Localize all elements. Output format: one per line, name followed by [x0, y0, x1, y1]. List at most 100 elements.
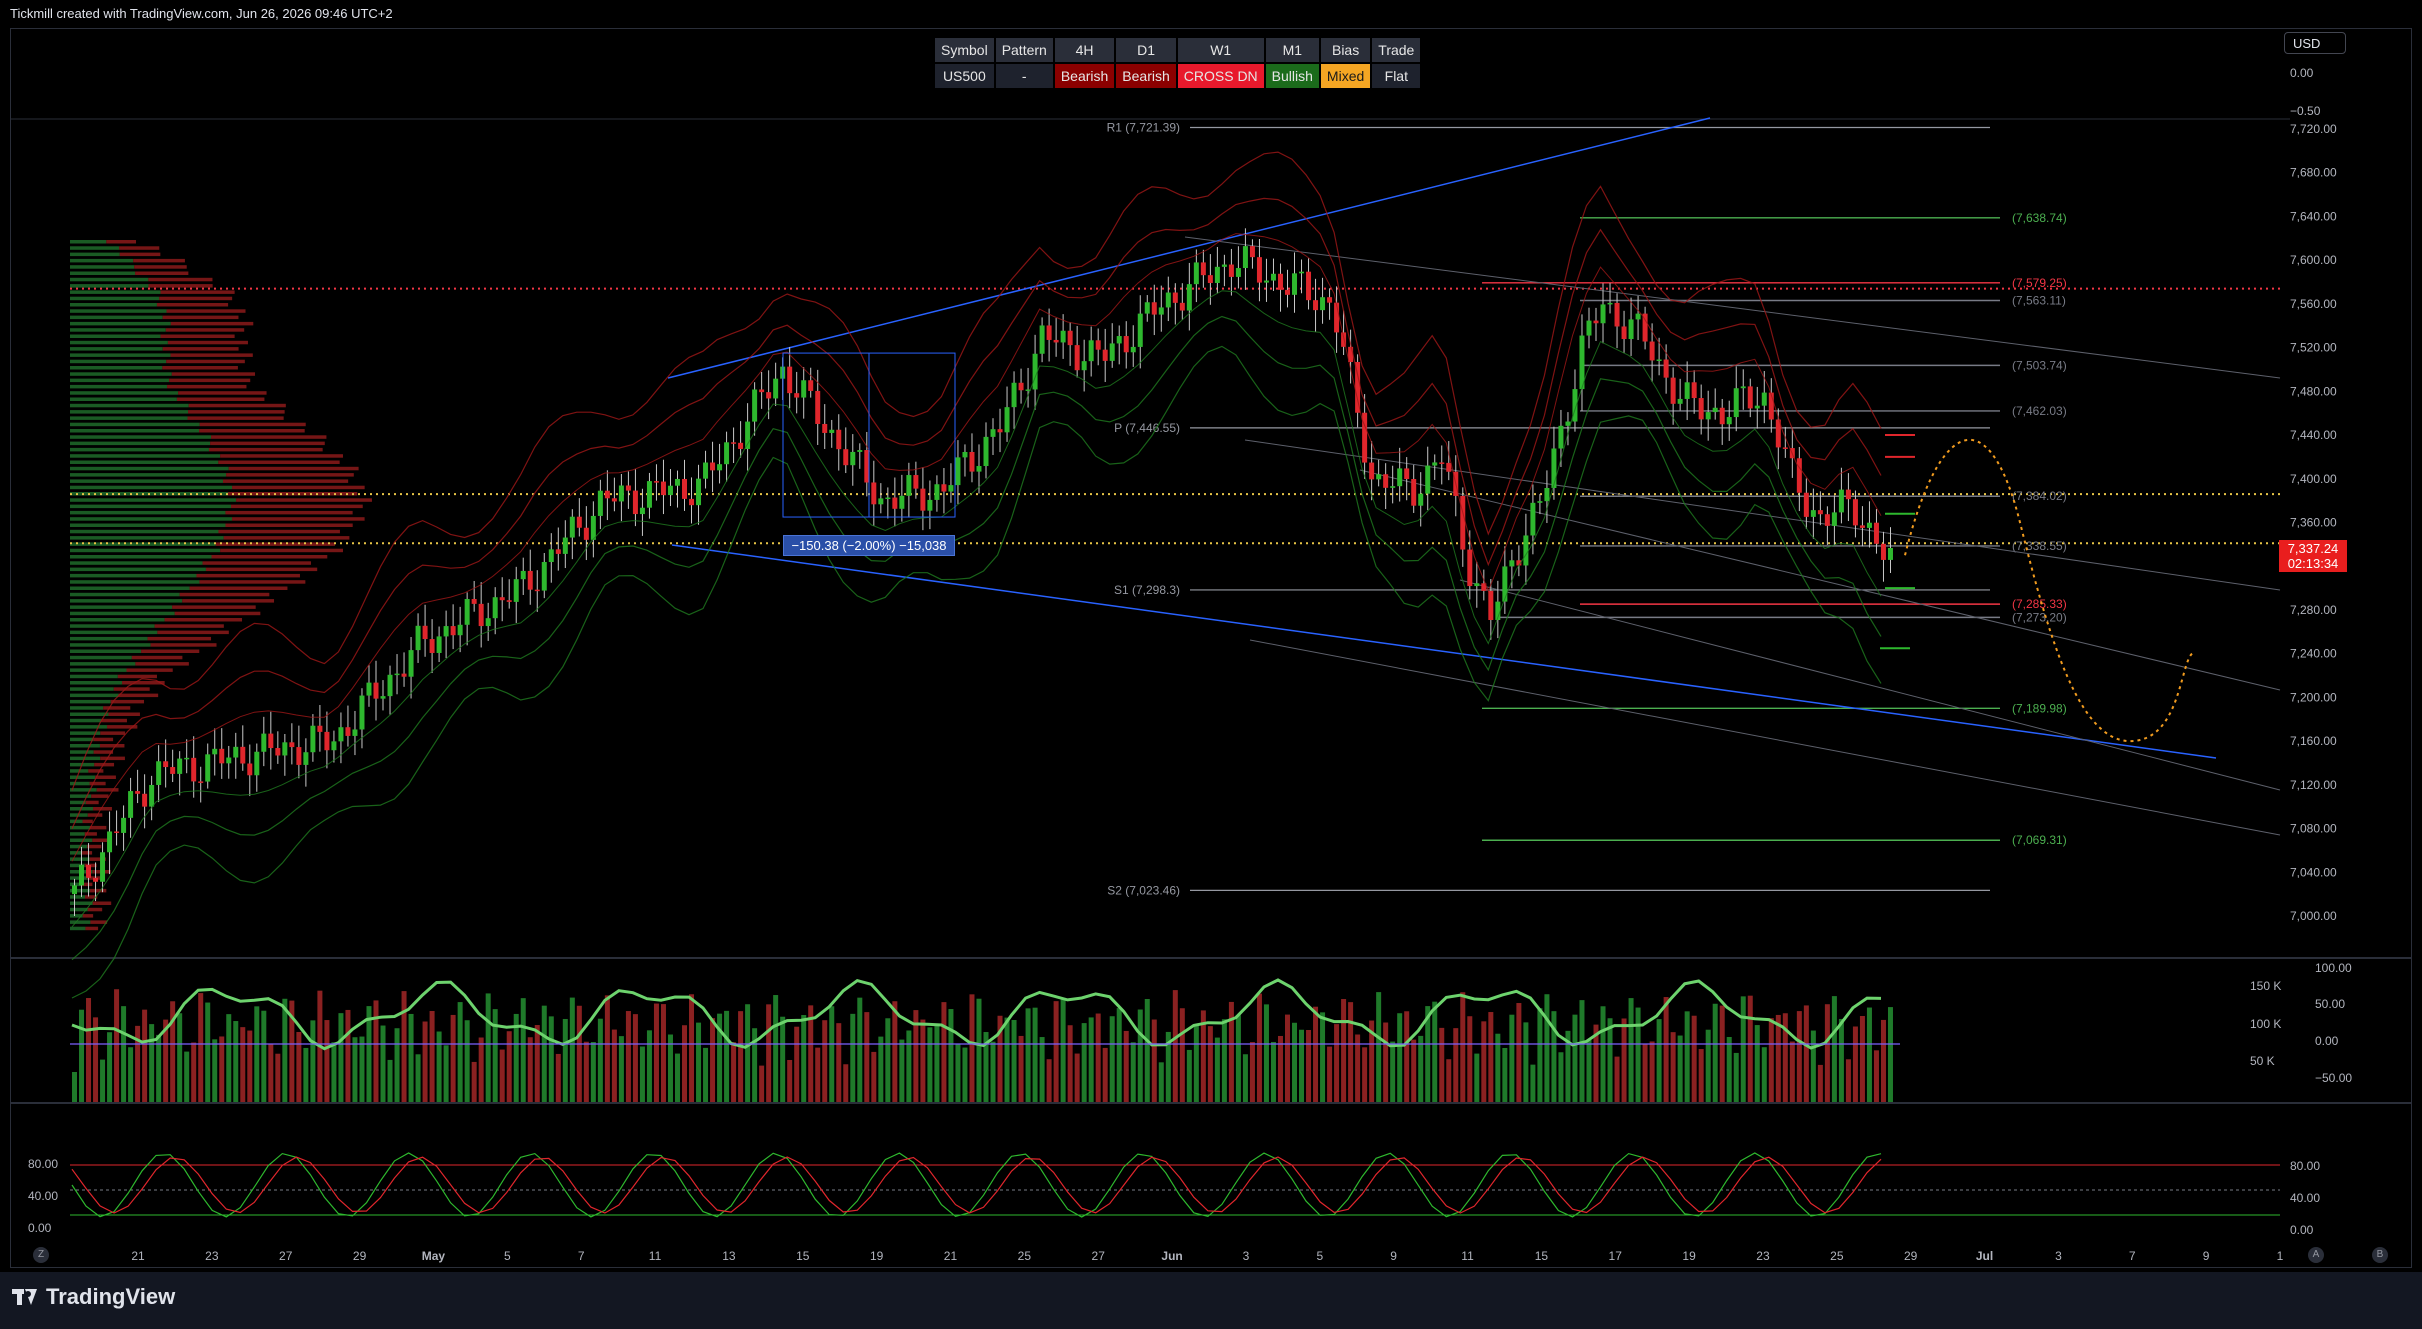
channel-line: [1249, 639, 2281, 836]
volume-bar: [1544, 994, 1550, 1102]
volume-bar: [1670, 1032, 1676, 1102]
volume-bar: [843, 1064, 849, 1102]
volume-profile-bar-sell: [154, 624, 224, 628]
volume-bar: [1235, 1015, 1241, 1102]
candle-body: [1439, 462, 1445, 464]
value-symbol: US500: [935, 64, 994, 88]
candle-body: [611, 498, 617, 502]
candle-body: [254, 751, 260, 776]
candle-body: [646, 481, 652, 508]
time-axis-label: 19: [870, 1249, 884, 1263]
level-label: (7,273.20): [2012, 610, 2067, 624]
volume-bar: [1193, 1025, 1199, 1102]
volume-profile-bar-buy: [70, 529, 219, 534]
volume-profile-bar-sell: [170, 321, 254, 326]
candle-body: [1046, 325, 1052, 340]
stoch-right-axis-label: 0.00: [2290, 1223, 2314, 1237]
volume-bar: [1320, 1012, 1326, 1102]
volume-profile-bar-sell: [220, 548, 343, 553]
volume-profile-bar-buy: [70, 328, 166, 332]
candle-body: [1712, 407, 1718, 413]
time-axis-label: 5: [1316, 1249, 1323, 1263]
volume-bar: [1130, 1042, 1136, 1102]
volume-bar: [184, 1051, 190, 1102]
candle-body: [1292, 273, 1298, 295]
volume-profile-bar-sell: [87, 813, 103, 817]
volume-profile-bar-sell: [150, 643, 217, 647]
candle-body: [1523, 535, 1529, 566]
tradingview-logo[interactable]: TradingView: [12, 1284, 175, 1310]
volume-bar: [121, 1006, 127, 1102]
stoch-left-axis-label: 0.00: [28, 1221, 52, 1235]
lower-band-mid: [71, 290, 1882, 928]
candle-body: [114, 831, 120, 833]
timezone-z-button[interactable]: Z: [33, 1247, 49, 1263]
volume-bar: [506, 1031, 512, 1102]
candle-body: [86, 864, 92, 878]
candle-body: [906, 475, 912, 496]
candle-body: [520, 570, 526, 580]
candle-body: [1144, 302, 1150, 314]
timezone-b-button[interactable]: B: [2372, 1247, 2388, 1263]
volume-profile-bar-sell: [176, 397, 265, 401]
last-price-value: 7,337.24: [2287, 541, 2339, 556]
candle-body: [79, 864, 85, 886]
chart-canvas[interactable]: 7,720.00 7,680.00 7,640.00 7,600.00 7,560.00…: [0, 0, 2422, 1272]
volume-bar: [401, 991, 407, 1102]
volume-profile-bar-buy: [70, 712, 109, 716]
candle-body: [401, 673, 407, 677]
volume-bar: [1705, 1029, 1711, 1102]
volume-bar: [1530, 1064, 1536, 1102]
volume-bar: [1852, 1026, 1858, 1102]
price-top-label: 0.00: [2290, 66, 2314, 80]
time-axis-label: 29: [353, 1249, 367, 1263]
candle-body: [317, 725, 323, 732]
volume-bar: [899, 1039, 905, 1102]
volume-bar: [198, 993, 204, 1102]
volume-bar: [247, 1030, 253, 1102]
volume-profile-bar-sell: [164, 618, 243, 622]
currency-selector[interactable]: USD: [2284, 32, 2346, 54]
volume-profile-bar-sell: [82, 819, 93, 824]
volume-profile-bar-buy: [70, 252, 120, 257]
candle-body: [667, 485, 673, 496]
volume-bar: [1579, 1000, 1585, 1102]
time-axis-label: 21: [131, 1249, 145, 1263]
volume-profile-bar-sell: [99, 744, 125, 748]
volume-bar: [352, 1037, 358, 1102]
volume-bar: [233, 1021, 239, 1102]
candle-body: [871, 482, 877, 505]
candle-body: [1670, 377, 1676, 404]
volume-bar: [1516, 1003, 1522, 1102]
volume-profile-bar-buy: [70, 378, 170, 383]
volume-bar: [548, 1016, 554, 1102]
volume-profile-bar-buy: [70, 744, 100, 748]
volume-bar: [1383, 1022, 1389, 1102]
volume-bar: [1677, 1035, 1683, 1102]
volume-profile-bar-sell: [106, 240, 136, 244]
bar-countdown: 02:13:34: [2287, 556, 2339, 571]
timezone-a-button[interactable]: A: [2308, 1247, 2324, 1263]
volume-bar: [1144, 999, 1150, 1102]
volume-bar: [457, 1002, 463, 1102]
volume-bar: [1053, 1001, 1059, 1102]
volume-profile-bar-sell: [196, 573, 300, 578]
candle-body: [485, 618, 491, 627]
volume-profile-bar-buy: [70, 479, 223, 483]
candle-body: [1088, 340, 1094, 362]
volume-profile-bar-buy: [70, 315, 163, 320]
volume-bar: [268, 1044, 274, 1102]
volume-bar: [1151, 1019, 1157, 1102]
volume-bar: [359, 1036, 365, 1102]
volume-bar: [871, 1051, 877, 1102]
candle-body: [135, 791, 141, 794]
volume-profile-bar-buy: [70, 718, 102, 723]
volume-bar: [667, 1034, 673, 1102]
candle-body: [1095, 340, 1101, 350]
candle-body: [597, 490, 603, 516]
value-w1: CROSS DN: [1177, 64, 1264, 88]
time-axis-label: 15: [796, 1249, 810, 1263]
volume-profile-bar-buy: [70, 655, 132, 660]
volume-profile-bar-buy: [70, 334, 161, 338]
volume-bar: [1362, 1047, 1368, 1102]
